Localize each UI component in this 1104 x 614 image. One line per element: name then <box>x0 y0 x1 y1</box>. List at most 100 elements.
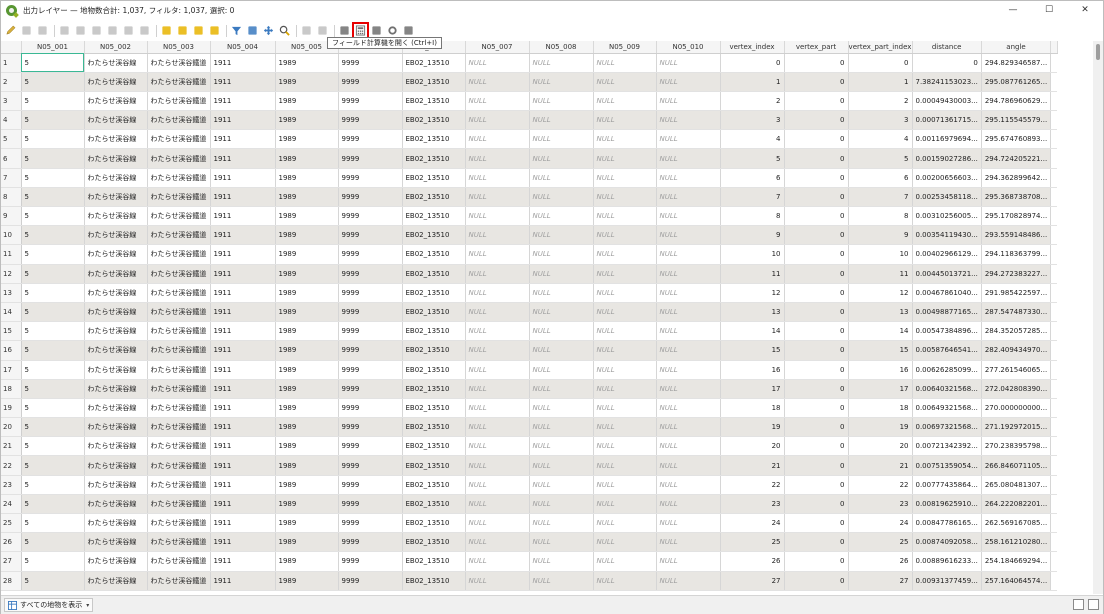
cell-n05_004[interactable]: 1911 <box>210 494 276 515</box>
cell-vertex_part[interactable]: 0 <box>784 283 849 303</box>
cell-vertex_part[interactable]: 0 <box>784 225 849 246</box>
cell-n05_010[interactable]: NULL <box>656 225 721 246</box>
cell-n05_010[interactable]: NULL <box>656 532 721 553</box>
cell-n05_003[interactable]: わたらせ渓谷鐵道 <box>147 264 211 284</box>
table-row[interactable]: 23 5 わたらせ渓谷線 わたらせ渓谷鐵道 1911 1989 9999 EB02_13510… <box>1 475 1058 495</box>
cell-n05_008[interactable]: NULL <box>529 436 594 457</box>
select-by-expression-icon[interactable] <box>161 25 172 36</box>
cell-n05_007[interactable]: NULL <box>465 513 530 534</box>
table-row[interactable]: 14 5 わたらせ渓谷線 わたらせ渓谷鐵道 1911 1989 9999 EB02_13510… <box>1 302 1058 323</box>
cell-n05_005e[interactable]: 9999 <box>338 91 403 112</box>
cell-vertex_part[interactable]: 0 <box>784 513 849 534</box>
cell-n05_001[interactable]: 5 <box>21 225 85 246</box>
row-header[interactable]: 14 <box>1 302 22 323</box>
cell-angle[interactable]: 282.409434970... <box>981 340 1052 361</box>
cell-n05_005e[interactable]: 9999 <box>338 571 403 591</box>
cell-n05_004[interactable]: 1911 <box>210 91 276 112</box>
cell-n05_002[interactable]: わたらせ渓谷線 <box>84 321 148 342</box>
cell-distance[interactable]: 0.00587646541... <box>912 340 982 361</box>
cell-vertex_index[interactable]: 19 <box>720 417 785 438</box>
cell-n05_007[interactable]: NULL <box>465 148 530 169</box>
cell-n05_001[interactable]: 5 <box>21 168 85 188</box>
cell-n05_009[interactable]: NULL <box>593 53 657 73</box>
cell-vertex_part_index[interactable]: 5 <box>848 148 913 169</box>
table-row[interactable]: 24 5 わたらせ渓谷線 わたらせ渓谷鐵道 1911 1989 9999 EB02_13510… <box>1 494 1058 515</box>
copy-icon[interactable] <box>123 25 134 36</box>
cell-n05_009[interactable]: NULL <box>593 225 657 246</box>
toggle-multi-edit-icon[interactable] <box>21 25 32 36</box>
row-header[interactable]: 21 <box>1 436 22 457</box>
cell-vertex_index[interactable]: 20 <box>720 436 785 457</box>
cell-n05_010[interactable]: NULL <box>656 91 721 112</box>
cell-vertex_part[interactable]: 0 <box>784 571 849 591</box>
cell-n05_001[interactable]: 5 <box>21 436 85 457</box>
cell-n05_002[interactable]: わたらせ渓谷線 <box>84 379 148 399</box>
cell-vertex_part_index[interactable]: 7 <box>848 187 913 208</box>
cell-n05_008[interactable]: NULL <box>529 340 594 361</box>
column-header-vertex_part_index[interactable]: vertex_part_index <box>848 41 913 54</box>
cell-n05_003[interactable]: わたらせ渓谷鐵道 <box>147 244 211 265</box>
cell-n05_004[interactable]: 1911 <box>210 302 276 323</box>
cell-n05_006[interactable]: EB02_13510 <box>402 340 466 361</box>
cell-n05_008[interactable]: NULL <box>529 321 594 342</box>
cell-n05_005e[interactable]: 9999 <box>338 283 403 303</box>
cell-vertex_part[interactable]: 0 <box>784 475 849 495</box>
cell-n05_005b[interactable]: 1989 <box>275 571 339 591</box>
cell-distance[interactable]: 0.00751359054... <box>912 455 982 476</box>
cell-n05_003[interactable]: わたらせ渓谷鐵道 <box>147 494 211 515</box>
row-header[interactable]: 15 <box>1 321 22 342</box>
cell-vertex_part[interactable]: 0 <box>784 494 849 515</box>
cell-vertex_part[interactable]: 0 <box>784 129 849 150</box>
cell-vertex_part_index[interactable]: 10 <box>848 244 913 265</box>
cell-n05_001[interactable]: 5 <box>21 244 85 265</box>
row-header[interactable]: 18 <box>1 379 22 399</box>
cell-n05_004[interactable]: 1911 <box>210 360 276 380</box>
cell-n05_007[interactable]: NULL <box>465 91 530 112</box>
cell-angle[interactable]: 295.170828974... <box>981 206 1052 227</box>
table-row[interactable]: 5 5 わたらせ渓谷線 わたらせ渓谷鐵道 1911 1989 9999 EB02_13510 N… <box>1 129 1058 150</box>
cell-n05_002[interactable]: わたらせ渓谷線 <box>84 72 148 92</box>
cell-n05_004[interactable]: 1911 <box>210 148 276 169</box>
cell-n05_008[interactable]: NULL <box>529 110 594 131</box>
cell-n05_007[interactable]: NULL <box>465 321 530 342</box>
cell-n05_001[interactable]: 5 <box>21 206 85 227</box>
cell-n05_002[interactable]: わたらせ渓谷線 <box>84 129 148 150</box>
cell-n05_008[interactable]: NULL <box>529 206 594 227</box>
cell-n05_004[interactable]: 1911 <box>210 340 276 361</box>
cell-n05_001[interactable]: 5 <box>21 72 85 92</box>
minimize-button[interactable]: — <box>995 1 1031 19</box>
cell-angle[interactable]: 294.118363799... <box>981 244 1052 265</box>
cell-n05_006[interactable]: EB02_13510 <box>402 455 466 476</box>
row-header[interactable]: 8 <box>1 187 22 208</box>
cell-n05_005e[interactable]: 9999 <box>338 379 403 399</box>
cell-n05_008[interactable]: NULL <box>529 225 594 246</box>
cell-angle[interactable]: 294.786960629... <box>981 91 1052 112</box>
cell-vertex_part[interactable]: 0 <box>784 244 849 265</box>
cell-n05_004[interactable]: 1911 <box>210 110 276 131</box>
cell-n05_003[interactable]: わたらせ渓谷鐵道 <box>147 379 211 399</box>
column-header-vertex_part[interactable]: vertex_part <box>784 41 849 54</box>
cell-n05_002[interactable]: わたらせ渓谷線 <box>84 571 148 591</box>
cell-vertex_part_index[interactable]: 17 <box>848 379 913 399</box>
cell-n05_002[interactable]: わたらせ渓谷線 <box>84 225 148 246</box>
cell-vertex_index[interactable]: 8 <box>720 206 785 227</box>
cell-n05_005b[interactable]: 1989 <box>275 91 339 112</box>
cell-n05_009[interactable]: NULL <box>593 129 657 150</box>
cell-n05_010[interactable]: NULL <box>656 168 721 188</box>
select-all-icon[interactable] <box>177 25 188 36</box>
row-header[interactable]: 26 <box>1 532 22 553</box>
cell-vertex_index[interactable]: 9 <box>720 225 785 246</box>
reload-table-icon[interactable] <box>59 25 70 36</box>
cell-n05_004[interactable]: 1911 <box>210 436 276 457</box>
cell-n05_005b[interactable]: 1989 <box>275 302 339 323</box>
cell-vertex_part[interactable]: 0 <box>784 340 849 361</box>
cell-n05_008[interactable]: NULL <box>529 494 594 515</box>
cell-n05_004[interactable]: 1911 <box>210 321 276 342</box>
table-row[interactable]: 3 5 わたらせ渓谷線 わたらせ渓谷鐵道 1911 1989 9999 EB02_13510 N… <box>1 91 1058 112</box>
cell-n05_003[interactable]: わたらせ渓谷鐵道 <box>147 571 211 591</box>
cell-n05_005e[interactable]: 9999 <box>338 436 403 457</box>
cell-n05_004[interactable]: 1911 <box>210 53 276 73</box>
cell-n05_001[interactable]: 5 <box>21 455 85 476</box>
cell-n05_005e[interactable]: 9999 <box>338 551 403 572</box>
cell-distance[interactable]: 0.00310256005... <box>912 206 982 227</box>
